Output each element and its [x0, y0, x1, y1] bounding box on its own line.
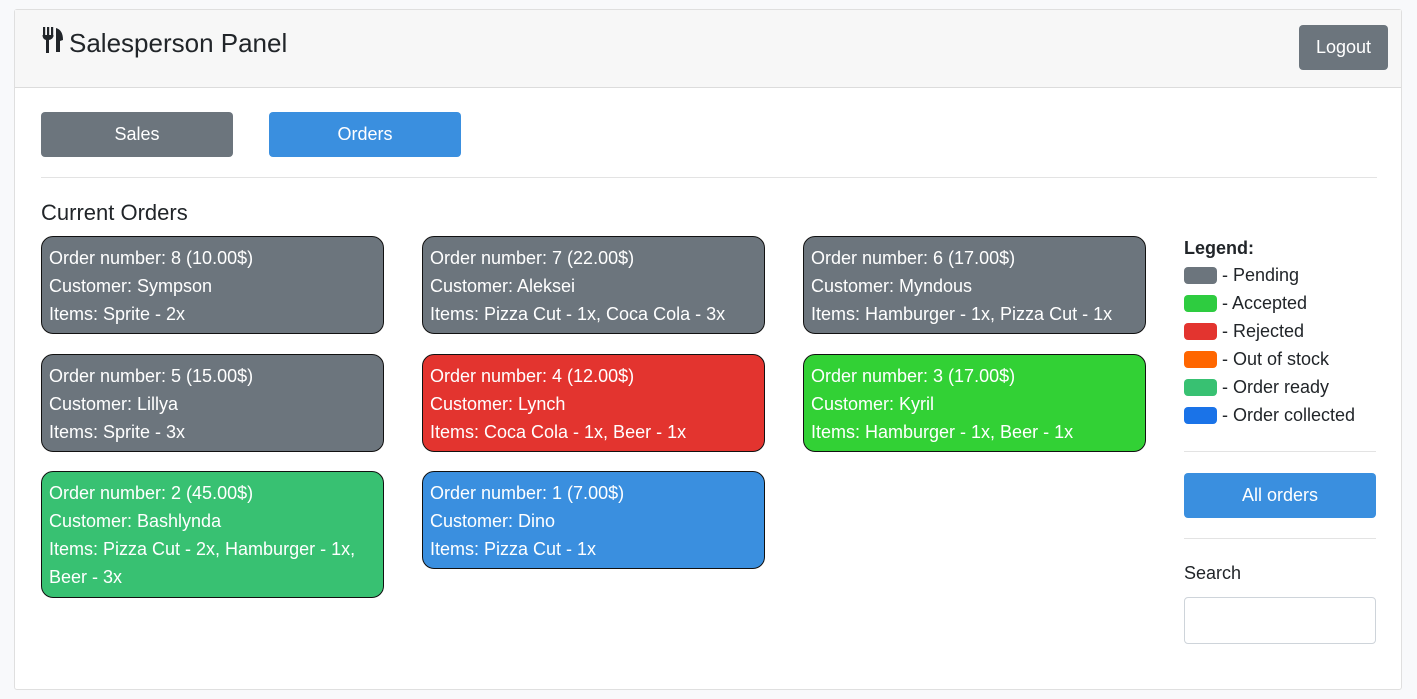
panel-header: Salesperson Panel Logout: [15, 10, 1401, 88]
legend-label: - Pending: [1222, 264, 1300, 285]
order-customer: Customer: Sympson: [49, 276, 213, 296]
order-items: Items: Pizza Cut - 2x, Hamburger - 1x, B…: [49, 539, 356, 587]
legend-label: - Out of stock: [1222, 348, 1330, 369]
order-number: Order number: 4 (12.00$): [430, 366, 635, 386]
legend-swatch: [1184, 406, 1217, 424]
search-label: Search: [1184, 563, 1242, 583]
order-items: Items: Pizza Cut - 1x, Coca Cola - 3x: [430, 304, 726, 324]
legend-swatch: [1184, 350, 1217, 368]
app-brand: Salesperson Panel: [41, 26, 287, 61]
divider: [1184, 538, 1376, 539]
legend-swatch: [1184, 322, 1217, 340]
legend-label: - Rejected: [1222, 320, 1305, 341]
order-card[interactable]: Order number: 4 (12.00$) Customer: Lynch…: [422, 354, 765, 452]
order-card[interactable]: Order number: 2 (45.00$) Customer: Bashl…: [41, 471, 384, 598]
order-number: Order number: 5 (15.00$): [49, 366, 254, 386]
order-items: Items: Sprite - 2x: [49, 304, 186, 324]
legend-item-pending: - Pending: [1184, 261, 1376, 289]
legend-swatch: [1184, 294, 1217, 312]
legend-item-accepted: - Accepted: [1184, 289, 1376, 317]
panel-card: Salesperson Panel Logout Sales Orders Cu…: [14, 9, 1402, 690]
legend-label: - Order ready: [1222, 376, 1330, 397]
order-items: Items: Coca Cola - 1x, Beer - 1x: [430, 422, 687, 442]
order-card[interactable]: Order number: 5 (15.00$) Customer: Lilly…: [41, 354, 384, 452]
legend-title: Legend:: [1184, 238, 1254, 258]
orders-tab-button[interactable]: Orders: [269, 112, 461, 157]
logout-button[interactable]: Logout: [1299, 25, 1388, 70]
divider: [1184, 451, 1376, 452]
order-customer: Customer: Lillya: [49, 394, 179, 414]
order-customer: Customer: Kyril: [811, 394, 935, 414]
order-items: Items: Sprite - 3x: [49, 422, 186, 442]
section-title: Current Orders: [41, 200, 188, 225]
order-items: Items: Hamburger - 1x, Pizza Cut - 1x: [811, 304, 1113, 324]
utensils-icon: [41, 26, 65, 61]
order-card[interactable]: Order number: 3 (17.00$) Customer: Kyril…: [803, 354, 1146, 452]
search-input[interactable]: [1184, 597, 1376, 644]
legend-item-rejected: - Rejected: [1184, 317, 1376, 345]
order-number: Order number: 8 (10.00$): [49, 248, 254, 268]
divider: [41, 177, 1377, 178]
status-legend: Legend: - Pending - Accepted - Rejected …: [1184, 238, 1376, 429]
order-customer: Customer: Bashlynda: [49, 511, 222, 531]
legend-item-order-ready: - Order ready: [1184, 373, 1376, 401]
legend-item-order-collected: - Order collected: [1184, 401, 1376, 429]
order-number: Order number: 7 (22.00$): [430, 248, 635, 268]
page-title: Salesperson Panel: [69, 28, 288, 58]
all-orders-button[interactable]: All orders: [1184, 473, 1376, 518]
order-customer: Customer: Aleksei: [430, 276, 576, 296]
sales-tab-button[interactable]: Sales: [41, 112, 233, 157]
order-card[interactable]: Order number: 8 (10.00$) Customer: Symps…: [41, 236, 384, 334]
legend-swatch: [1184, 266, 1217, 284]
order-customer: Customer: Myndous: [811, 276, 973, 296]
legend-label: - Order collected: [1222, 404, 1356, 425]
order-customer: Customer: Lynch: [430, 394, 566, 414]
legend-item-out-of-stock: - Out of stock: [1184, 345, 1376, 373]
order-card[interactable]: Order number: 7 (22.00$) Customer: Aleks…: [422, 236, 765, 334]
legend-label: - Accepted: [1222, 292, 1308, 313]
order-card[interactable]: Order number: 1 (7.00$) Customer: Dino I…: [422, 471, 765, 569]
order-number: Order number: 3 (17.00$): [811, 366, 1016, 386]
order-card[interactable]: Order number: 6 (17.00$) Customer: Myndo…: [803, 236, 1146, 334]
order-number: Order number: 2 (45.00$): [49, 483, 254, 503]
order-items: Items: Hamburger - 1x, Beer - 1x: [811, 422, 1074, 442]
order-number: Order number: 1 (7.00$): [430, 483, 625, 503]
order-items: Items: Pizza Cut - 1x: [430, 539, 597, 559]
order-customer: Customer: Dino: [430, 511, 556, 531]
legend-swatch: [1184, 378, 1217, 396]
order-number: Order number: 6 (17.00$): [811, 248, 1016, 268]
